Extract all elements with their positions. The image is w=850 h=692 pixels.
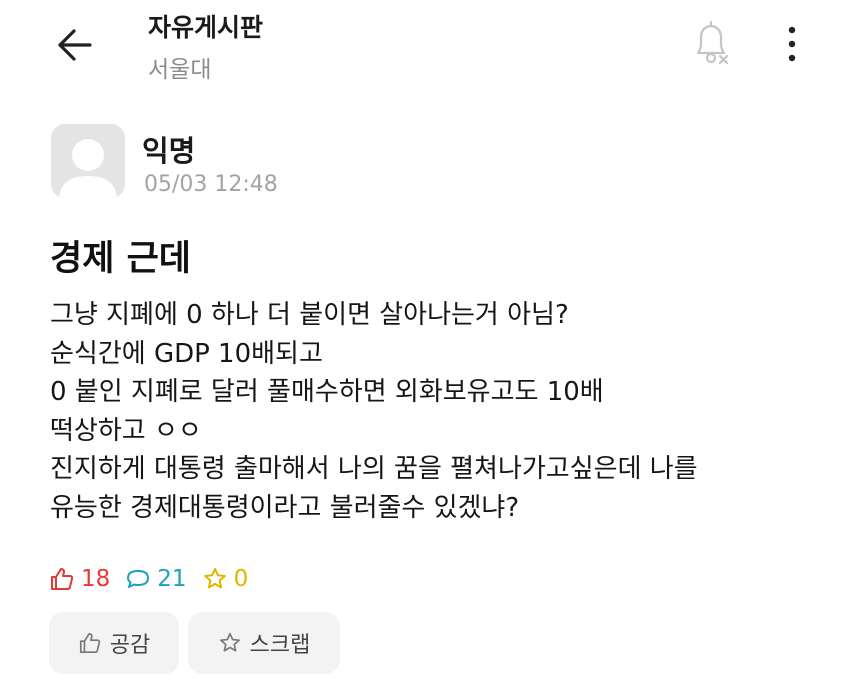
school-name: 서울대 (148, 57, 212, 83)
author-name: 익명 (142, 134, 196, 168)
bell-off-icon (696, 20, 729, 65)
thumbs-up-icon (51, 568, 74, 590)
board-title: 자유게시판 (148, 13, 264, 42)
post-body-line: 진지하게 대통령 출마해서 나의 꿈을 펼쳐나가고싶은데 나를 (50, 454, 698, 484)
like-count: 18 (49, 566, 110, 592)
post-stats: 18 21 0 (49, 564, 263, 594)
scrap-count: 0 (202, 566, 249, 592)
post-body-line: 순식간에 GDP 10배되고 (50, 338, 323, 369)
arrow-left-icon (58, 29, 92, 61)
post-body: 그냥 지폐에 0 하나 더 붙이면 살아나는거 아님? 순식간에 GDP 10배… (50, 296, 840, 527)
post-date: 05/03 12:48 (144, 172, 278, 197)
comment-count: 21 (125, 566, 187, 592)
scrap-button-label: 스크랩 (249, 633, 311, 658)
post-title: 경제 근데 (50, 239, 191, 279)
thumbs-up-icon (79, 632, 100, 654)
comment-count-value: 21 (157, 566, 187, 592)
like-button[interactable]: 공감 (49, 612, 179, 674)
back-button[interactable] (40, 20, 110, 70)
scrap-button[interactable]: 스크랩 (188, 612, 340, 674)
post-body-line: 떡상하고 ㅇㅇ (50, 415, 202, 446)
like-count-value: 18 (81, 566, 111, 592)
star-icon (219, 632, 240, 652)
anonymous-user-icon (51, 124, 125, 198)
post-body-line: 유능한 경제대통령이라고 불러줄수 있겠냐? (50, 492, 520, 523)
like-button-label: 공감 (109, 633, 151, 658)
post-body-line: 0 붙인 지폐로 달러 풀매수하면 외화보유고도 10배 (50, 377, 604, 407)
avatar (51, 124, 125, 198)
star-icon (203, 568, 226, 589)
scrap-count-value: 0 (233, 566, 249, 592)
more-vertical-icon (788, 26, 796, 62)
notification-toggle-button[interactable] (688, 18, 736, 68)
speech-bubble-icon (127, 570, 150, 588)
more-options-button[interactable] (772, 22, 812, 66)
post-body-line: 그냥 지폐에 0 하나 더 붙이면 살아나는거 아님? (50, 300, 569, 330)
